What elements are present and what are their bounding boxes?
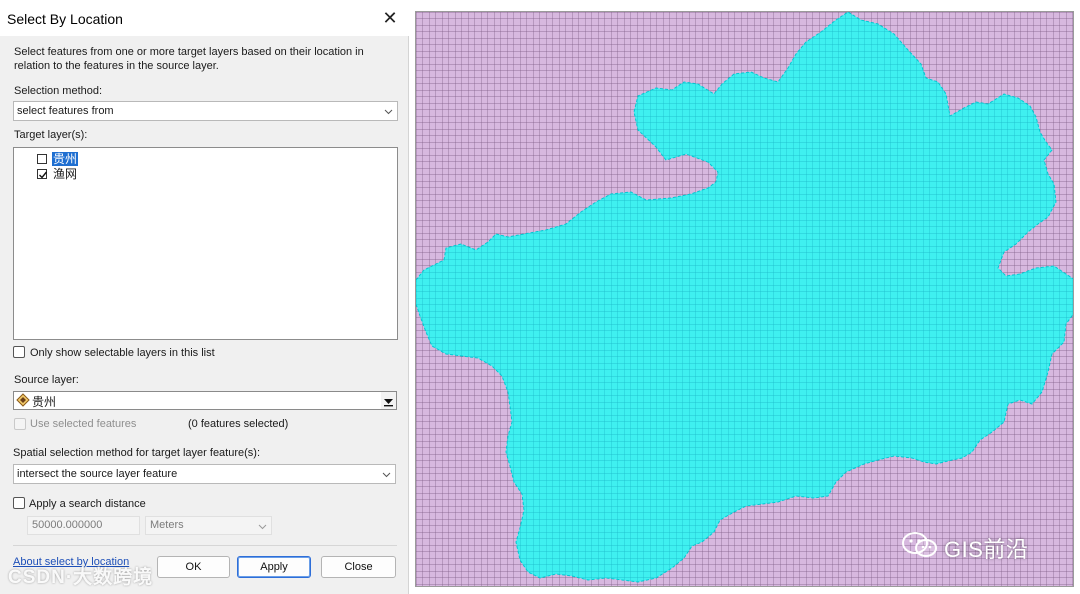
close-icon[interactable]: ✕ xyxy=(380,8,400,28)
map-view[interactable] xyxy=(415,11,1074,587)
source-layer-dropdown-button[interactable] xyxy=(381,392,396,409)
dropdown-arrow-icon xyxy=(384,399,393,407)
apply-button[interactable]: Apply xyxy=(237,556,311,578)
map-canvas xyxy=(416,12,1073,586)
divider xyxy=(13,545,397,546)
apply-search-distance-label: Apply a search distance xyxy=(29,498,146,510)
chevron-down-icon xyxy=(384,109,393,115)
wechat-icon xyxy=(902,532,937,557)
select-by-location-dialog: Select By Location ✕ Select features fro… xyxy=(0,0,409,594)
layer-name-yuwang: 渔网 xyxy=(53,167,78,181)
polygon-layer-icon xyxy=(16,393,30,407)
layer-checkbox-guizhou[interactable] xyxy=(37,154,47,164)
spatial-method-dropdown[interactable]: intersect the source layer feature xyxy=(13,464,396,484)
source-layer-dropdown[interactable]: 贵州 xyxy=(13,391,397,410)
spatial-method-label: Spatial selection method for target laye… xyxy=(13,447,261,459)
distance-unit-value: Meters xyxy=(150,519,184,531)
target-layers-list[interactable]: 贵州 渔网 xyxy=(13,147,398,340)
features-selected-count: (0 features selected) xyxy=(188,418,289,430)
close-button[interactable]: Close xyxy=(321,556,396,578)
chevron-down-icon xyxy=(382,472,391,478)
title-bar[interactable]: Select By Location ✕ xyxy=(0,0,409,36)
dialog-title: Select By Location xyxy=(7,11,123,27)
target-layers-label: Target layer(s): xyxy=(14,129,88,141)
source-layer-label: Source layer: xyxy=(14,374,79,386)
distance-unit-dropdown[interactable]: Meters xyxy=(145,516,272,535)
watermark-left: CSDN·大数跨境 xyxy=(8,567,154,588)
only-selectable-checkbox[interactable] xyxy=(13,346,25,358)
dialog-description: Select features from one or more target … xyxy=(14,46,364,72)
source-layer-value: 贵州 xyxy=(32,395,57,409)
apply-search-distance-checkbox[interactable] xyxy=(13,497,25,509)
layer-name-guizhou: 贵州 xyxy=(52,152,79,166)
use-selected-checkbox[interactable] xyxy=(14,418,26,430)
chevron-down-icon xyxy=(258,524,267,530)
ok-button[interactable]: OK xyxy=(157,556,230,578)
selection-method-label: Selection method: xyxy=(14,85,103,97)
watermark-right-text: GIS前沿 xyxy=(944,537,1029,562)
layer-checkbox-yuwang[interactable] xyxy=(37,169,48,179)
selection-method-value: select features from xyxy=(17,105,114,117)
checkmark-icon xyxy=(39,171,48,179)
only-selectable-label: Only show selectable layers in this list xyxy=(30,347,215,359)
use-selected-label: Use selected features xyxy=(30,418,137,430)
distance-input[interactable]: 50000.000000 xyxy=(27,516,140,535)
spatial-method-value: intersect the source layer feature xyxy=(17,468,178,480)
selection-method-dropdown[interactable]: select features from xyxy=(13,101,398,121)
